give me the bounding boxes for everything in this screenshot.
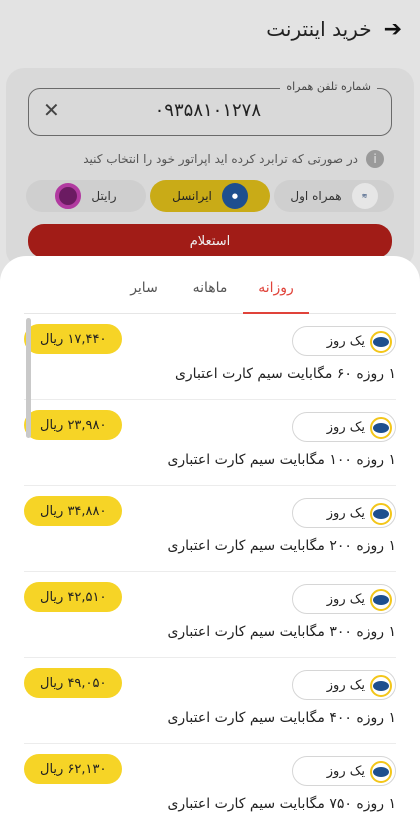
price-badge: ۱۷,۴۴۰ ریال [24,324,123,354]
irancell-logo-icon [370,761,392,783]
package-list: یک روز ۱۷,۴۴۰ ریال ۱ روزه ۶۰ مگابایت سیم… [24,314,396,822]
operator-hamrahe-aval[interactable]: ≋ همراه اول [274,180,394,212]
duration-label: یک روز [326,505,365,521]
rightel-logo-icon [55,183,82,209]
duration-pill: یک روز [292,670,396,700]
close-icon[interactable]: ✕ [43,98,60,122]
irancell-logo-icon [370,503,392,525]
price-badge: ۲۳,۹۸۰ ریال [24,410,123,440]
package-description: ۱ روزه ۱۰۰ مگابایت سیم کارت اعتباری [167,452,396,468]
duration-pill: یک روز [292,498,396,528]
phone-value[interactable]: ۰۹۳۵۸۱۰۱۲۷۸ [155,100,261,121]
scrollbar[interactable] [26,318,31,438]
package-description: ۱ روزه ۳۰۰ مگابایت سیم کارت اعتباری [167,624,396,640]
operator-rightel[interactable]: رایتل [26,180,146,212]
tab-monthly[interactable]: ماهانه [177,270,243,313]
list-item[interactable]: یک روز ۶۲,۱۳۰ ریال ۱ روزه ۷۵۰ مگابایت سی… [24,744,396,822]
tab-other[interactable]: سایر [111,270,177,313]
duration-label: یک روز [326,333,365,349]
price-badge: ۴۹,۰۵۰ ریال [24,668,123,698]
duration-pill: یک روز [292,584,396,614]
duration-label: یک روز [326,419,365,435]
phone-label: شماره تلفن همراه [280,80,377,93]
tab-daily[interactable]: روزانه [243,270,309,314]
irancell-logo-icon [370,675,392,697]
price-badge: ۳۴,۸۸۰ ریال [24,496,123,526]
package-description: ۱ روزه ۶۰ مگابایت سیم کارت اعتباری [174,366,396,382]
hint-text: در صورتی که ترابرد کرده اید اپراتور خود … [83,152,358,166]
top-bar: ➔ خرید اینترنت [0,0,420,58]
price-badge: ۴۲,۵۱۰ ریال [24,582,123,612]
operator-selector: ≋ همراه اول ● ایرانسل رایتل [26,180,394,212]
packages-bottom-sheet: روزانه ماهانه سایر یک روز ۱۷,۴۴۰ ریال ۱ … [0,256,420,822]
duration-label: یک روز [326,763,365,779]
duration-label: یک روز [326,591,365,607]
page-title: خرید اینترنت [266,17,372,41]
irancell-logo-icon [370,589,392,611]
operator-hint: i در صورتی که ترابرد کرده اید اپراتور خو… [83,150,384,168]
arrow-right-icon[interactable]: ➔ [384,17,402,42]
operator-irancell[interactable]: ● ایرانسل [150,180,270,212]
purchase-form: شماره تلفن همراه ۰۹۳۵۸۱۰۱۲۷۸ ✕ i در صورت… [6,68,414,268]
hamrahe-aval-logo-icon: ≋ [351,183,378,209]
inquiry-button[interactable]: استعلام [28,224,392,258]
phone-field[interactable]: شماره تلفن همراه ۰۹۳۵۸۱۰۱۲۷۸ ✕ [28,80,392,136]
package-tabs: روزانه ماهانه سایر [24,270,396,314]
list-item[interactable]: یک روز ۴۹,۰۵۰ ریال ۱ روزه ۴۰۰ مگابایت سی… [24,658,396,744]
operator-label: رایتل [91,189,117,203]
list-item[interactable]: یک روز ۴۲,۵۱۰ ریال ۱ روزه ۳۰۰ مگابایت سی… [24,572,396,658]
irancell-logo-icon [370,331,392,353]
operator-label: ایرانسل [172,189,212,203]
list-item[interactable]: یک روز ۲۳,۹۸۰ ریال ۱ روزه ۱۰۰ مگابایت سی… [24,400,396,486]
price-badge: ۶۲,۱۳۰ ریال [24,754,123,784]
duration-pill: یک روز [292,326,396,356]
package-description: ۱ روزه ۲۰۰ مگابایت سیم کارت اعتباری [167,538,396,554]
operator-label: همراه اول [290,189,342,203]
irancell-logo-icon: ● [221,183,248,209]
list-item[interactable]: یک روز ۳۴,۸۸۰ ریال ۱ روزه ۲۰۰ مگابایت سی… [24,486,396,572]
duration-pill: یک روز [292,756,396,786]
info-icon: i [366,150,384,168]
package-description: ۱ روزه ۷۵۰ مگابایت سیم کارت اعتباری [167,796,396,812]
list-item[interactable]: یک روز ۱۷,۴۴۰ ریال ۱ روزه ۶۰ مگابایت سیم… [24,314,396,400]
duration-label: یک روز [326,677,365,693]
package-description: ۱ روزه ۴۰۰ مگابایت سیم کارت اعتباری [167,710,396,726]
duration-pill: یک روز [292,412,396,442]
irancell-logo-icon [370,417,392,439]
